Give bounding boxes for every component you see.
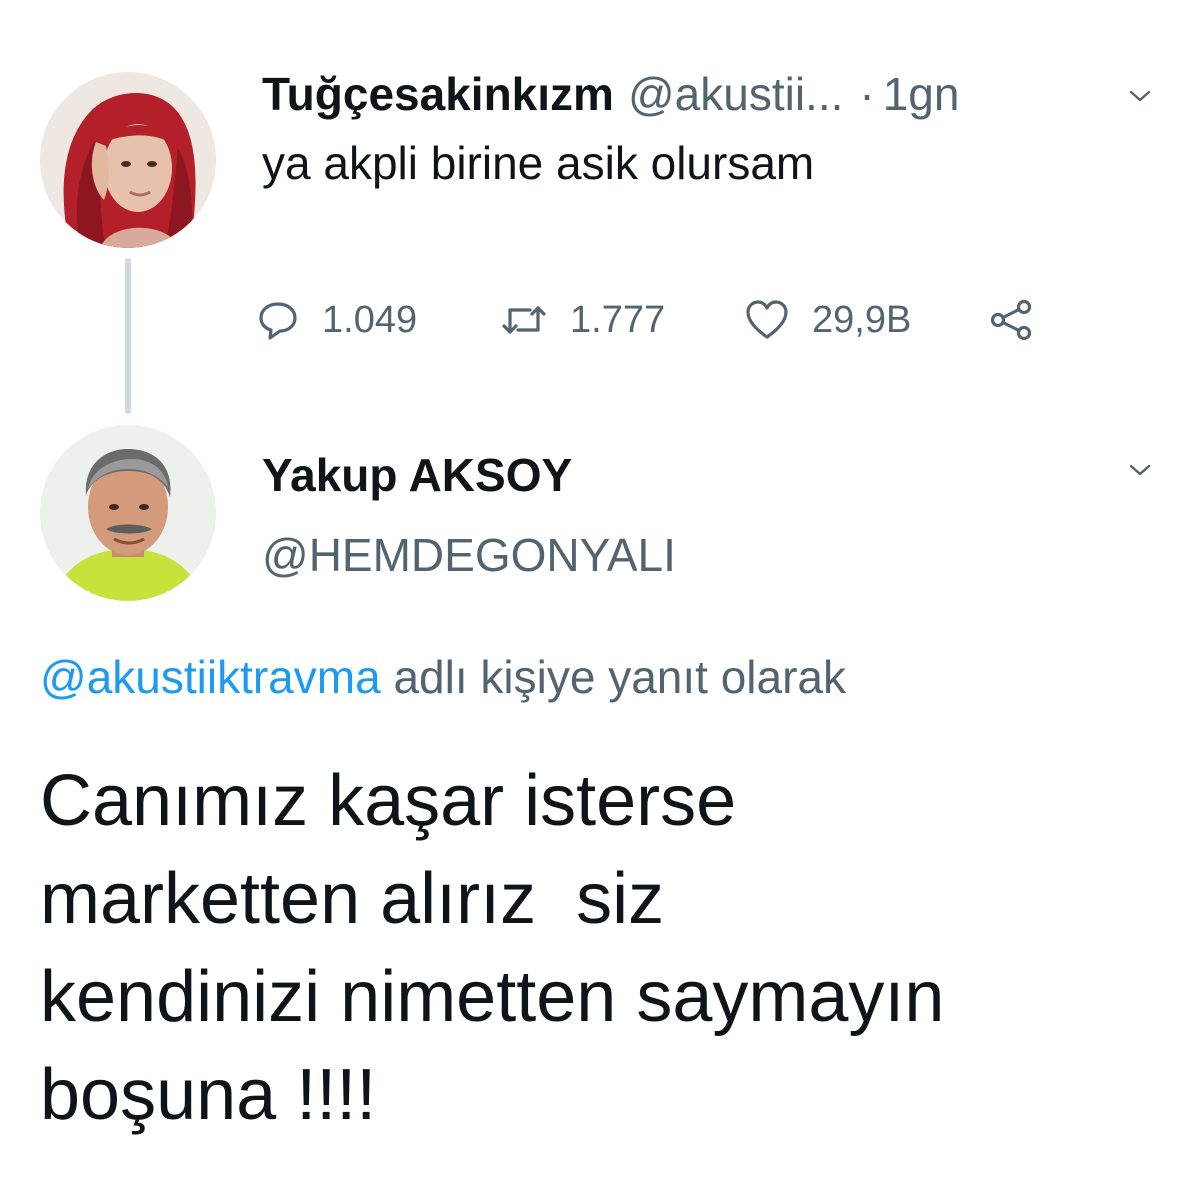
chevron-down-icon[interactable] [1128, 458, 1152, 482]
parent-tweet-handle[interactable]: @akustii... [628, 67, 843, 121]
parent-tweet-text: ya akpli birine asik olursam [262, 137, 815, 189]
reply-button[interactable]: 1.049 [256, 290, 500, 350]
reply-tweet-avatar[interactable] [40, 425, 216, 601]
tweet-thread-screenshot: Tuğçesakinkızm @akustii... · 1gn ya akpl… [0, 0, 1200, 1196]
user-avatar-yellow-shirt-icon [40, 425, 216, 601]
retweet-button[interactable]: 1.777 [500, 290, 744, 350]
like-button[interactable]: 29,9B [744, 290, 988, 350]
reply-context-suffix: adlı kişiye yanıt olarak [380, 651, 846, 703]
reply-tweet-handle[interactable]: @HEMDEGONYALI [262, 528, 676, 582]
chevron-down-icon[interactable] [1128, 84, 1152, 108]
retweet-icon [502, 306, 546, 334]
share-icon [990, 299, 1032, 341]
reply-tweet-text-line: marketten alırız siz [40, 859, 665, 939]
parent-tweet-time[interactable]: 1gn [883, 67, 960, 121]
parent-tweet-avatar[interactable] [40, 72, 216, 248]
comment-bubble-icon [259, 302, 297, 340]
parent-tweet-header: Tuğçesakinkızm @akustii... · 1gn [262, 62, 1162, 126]
reply-count: 1.049 [322, 298, 418, 341]
reply-mention-link[interactable]: @akustiiktravma [40, 651, 381, 703]
header-separator: · [859, 68, 875, 120]
user-avatar-red-hair-icon [40, 72, 216, 248]
reply-tweet-text-line: Canımız kaşar isterse [40, 761, 737, 841]
replying-to-context: @akustiiktravma adlı kişiye yanıt olarak [40, 650, 846, 704]
reply-tweet-display-name[interactable]: Yakup AKSOY [262, 448, 572, 502]
tweet-action-bar: 1.049 1.777 29,9B [256, 290, 1048, 350]
thread-connector-line [125, 258, 131, 414]
heart-icon [746, 300, 788, 339]
reply-tweet-text: Canımız kaşar isterse marketten alırız s… [40, 752, 1160, 1144]
retweet-count: 1.777 [570, 298, 666, 341]
parent-tweet-display-name[interactable]: Tuğçesakinkızm [262, 67, 614, 121]
share-button[interactable] [988, 290, 1048, 350]
reply-tweet-text-line: boşuna !!!! [40, 1055, 377, 1135]
like-count: 29,9B [812, 298, 912, 341]
reply-tweet-text-line: kendinizi nimetten saymayın [40, 957, 945, 1037]
